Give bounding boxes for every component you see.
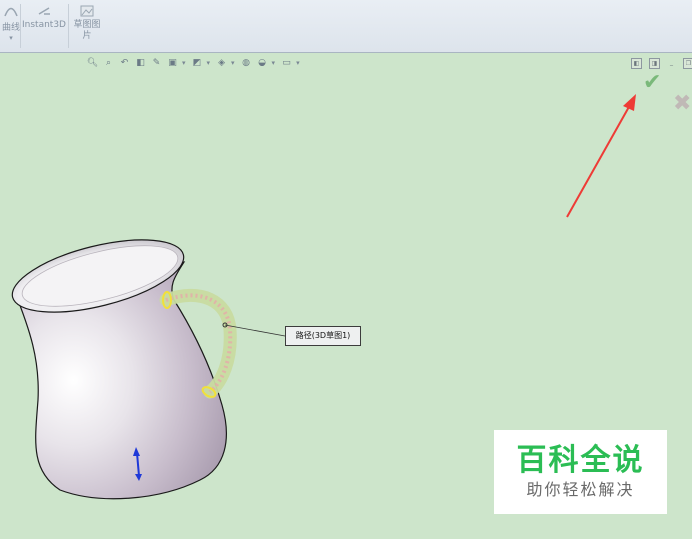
path-callout[interactable]: 路径(3D草图1) <box>285 326 361 346</box>
watermark-subtitle: 助你轻松解决 <box>526 480 635 499</box>
red-arrow-head-icon <box>623 94 636 111</box>
watermark-title: 百科全说 <box>516 443 645 478</box>
red-annotation-arrow <box>566 104 631 218</box>
watermark-logo: 百科全说 助你轻松解决 <box>494 430 667 514</box>
path-callout-label: 路径(3D草图1) <box>295 331 351 340</box>
